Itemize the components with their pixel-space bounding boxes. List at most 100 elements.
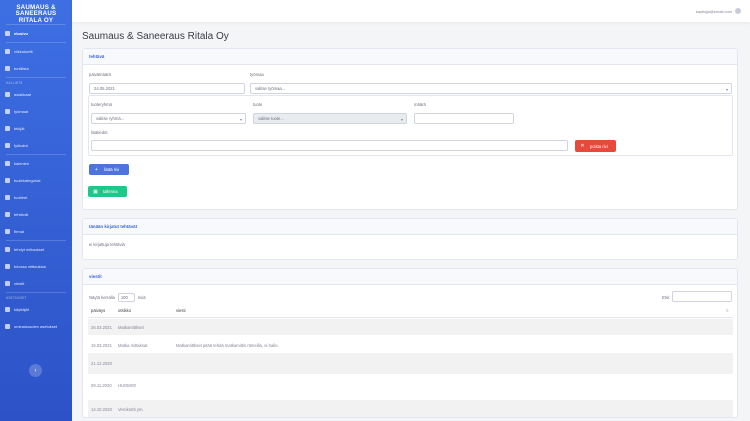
folder-icon xyxy=(5,178,10,183)
save-icon: ▣ xyxy=(93,188,98,195)
sidebar-item-ominaisuuden-asetukset[interactable]: ominaisuuden asetukset xyxy=(0,318,72,335)
sidebar: SAUMAUS & SANEERAUS RITALA OY etusivu vi… xyxy=(0,0,72,421)
sidebar-heading-hallinta: HALLINTA xyxy=(6,81,23,85)
today-tasks-empty: ei kirjattuja tehtäviä xyxy=(89,242,125,247)
brand-logo[interactable]: SAUMAUS & SANEERAUS RITALA OY xyxy=(0,0,72,24)
user-email: kayttaja@email.com xyxy=(695,8,732,14)
chevron-down-icon: ▾ xyxy=(239,117,242,122)
messages-header: viestit xyxy=(83,269,737,285)
settings-icon xyxy=(5,324,10,329)
tools-icon xyxy=(5,143,10,148)
notes-input[interactable] xyxy=(91,140,568,151)
cell-date: 14.10.2020 xyxy=(91,407,112,412)
sidebar-item-tehdyt-mittaukset[interactable]: tehdyt mittaukset xyxy=(0,241,72,258)
sidebar-item-tyokalut[interactable]: työkalut xyxy=(0,137,72,154)
chevron-down-icon: ▾ xyxy=(400,117,403,122)
sidebar-item-label: firmat xyxy=(14,229,24,234)
sidebar-item-label: tuotekategoriat xyxy=(14,178,41,183)
site-value: valitse työmaa... xyxy=(255,86,286,91)
page-length-suffix: riviä xyxy=(137,295,146,300)
sidebar-item-tekijat[interactable]: tekijät xyxy=(0,120,72,137)
group-select[interactable]: valitse ryhmä... ▾ xyxy=(91,113,246,124)
add-row-button[interactable]: + lisää rivi xyxy=(89,164,129,175)
sidebar-item-label: tulossa mittauksia xyxy=(14,264,46,269)
calendar-icon xyxy=(5,161,10,166)
site-select[interactable]: valitse työmaa... ▾ xyxy=(250,83,732,94)
sidebar-item-firmat[interactable]: firmat xyxy=(0,223,72,240)
box-icon xyxy=(5,195,10,200)
sidebar-item-label: tuotteet xyxy=(14,195,28,200)
sidebar-item-asiakkaat[interactable]: asiakkaat xyxy=(0,86,72,103)
sidebar-item-label: ominaisuuden asetukset xyxy=(14,324,58,329)
user-menu[interactable]: kayttaja@email.com xyxy=(696,8,741,14)
table-row[interactable]: 09.11.2020 HUOMIO! xyxy=(88,377,733,393)
sidebar-item-viikkokortit[interactable]: viikkokortit xyxy=(0,43,72,60)
sidebar-item-label: tehtävät xyxy=(14,212,29,217)
user-cog-icon xyxy=(5,307,10,312)
clipboard-icon xyxy=(5,264,10,269)
sidebar-item-tuntilista[interactable]: tuntilista xyxy=(0,60,72,77)
quantity-input[interactable] xyxy=(414,113,514,124)
list-icon xyxy=(5,66,10,71)
date-input[interactable]: 24.05.2021 xyxy=(89,83,245,94)
table-row[interactable]: 14.10.2020 Verokortit ym. xyxy=(88,400,733,417)
save-button[interactable]: ▣ tallenna xyxy=(88,186,127,197)
sidebar-toggle-button[interactable]: ‹ xyxy=(29,364,42,377)
sidebar-item-tuotteet[interactable]: tuotteet xyxy=(0,189,72,206)
sidebar-item-tehtavat[interactable]: tehtävät xyxy=(0,206,72,223)
ruler-icon xyxy=(5,247,10,252)
close-icon: ✕ xyxy=(580,143,585,149)
cell-date: 21.12.2020 xyxy=(91,361,112,366)
sidebar-item-kayttajat[interactable]: käyttäjät xyxy=(0,301,72,318)
plus-icon: + xyxy=(95,166,98,173)
cell-title: Verokortit ym. xyxy=(118,407,144,412)
building-icon xyxy=(5,109,10,114)
table-row[interactable]: 15.03.2021 Matka mittaksat Matkamittkset… xyxy=(88,337,733,353)
site-label: työmaa xyxy=(250,72,264,77)
sidebar-item-kalenteri[interactable]: kalenteri xyxy=(0,155,72,172)
product-label: tuote xyxy=(253,102,263,107)
page-length-select[interactable]: 100 xyxy=(117,293,135,302)
column-header-date[interactable]: päiväys xyxy=(88,308,115,313)
delete-row-button[interactable]: ✕ poista rivi xyxy=(575,140,616,152)
delete-row-label: poista rivi xyxy=(590,143,608,149)
search-label: Etsi: xyxy=(662,295,671,300)
users-icon xyxy=(5,92,10,97)
sidebar-heading-asetukset: ASETUKSET xyxy=(6,296,27,300)
product-value: valitse tuote... xyxy=(258,116,284,121)
sidebar-item-label: käyttäjät xyxy=(14,307,29,312)
page-length-prefix: Näytä kerralla xyxy=(89,295,115,300)
tasks-icon xyxy=(5,212,10,217)
table-row[interactable]: 21.12.2020 xyxy=(88,353,733,374)
message-icon xyxy=(5,281,10,286)
task-card: tehtävä päivämäärä 24.05.2021 työmaa val… xyxy=(82,48,738,210)
home-icon xyxy=(5,31,10,36)
sidebar-item-label: viikkokortit xyxy=(14,49,33,54)
product-select[interactable]: valitse tuote... ▾ xyxy=(253,113,407,124)
sidebar-item-tulossa-mittauksia[interactable]: tulossa mittauksia xyxy=(0,258,72,275)
avatar xyxy=(735,8,741,14)
column-header-message[interactable]: viesti xyxy=(173,308,733,313)
search-input[interactable] xyxy=(672,291,732,302)
cell-title: Matkamittkset xyxy=(118,324,144,330)
cell-date: 26.03.2021 xyxy=(91,324,112,330)
sidebar-item-tuotekategoriat[interactable]: tuotekategoriat xyxy=(0,172,72,189)
sidebar-item-viestit[interactable]: viestit xyxy=(0,275,72,292)
task-card-header: tehtävä xyxy=(83,49,737,65)
sidebar-item-label: asiakkaat xyxy=(14,92,31,97)
user-icon xyxy=(5,126,10,131)
chevron-down-icon: ▾ xyxy=(725,87,728,92)
table-row[interactable]: 26.03.2021 Matkamittkset xyxy=(88,319,733,335)
page-title: Saumaus & Saneeraus Ritala Oy xyxy=(82,31,229,42)
sidebar-item-label: tekijät xyxy=(14,126,25,131)
sidebar-item-tyomaat[interactable]: työmaat xyxy=(0,103,72,120)
calendar-icon xyxy=(5,49,10,54)
cell-title: HUOMIO! xyxy=(118,382,137,388)
add-row-label: lisää rivi xyxy=(104,167,120,172)
sidebar-item-label: tehdyt mittaukset xyxy=(14,247,45,252)
messages-card: viestit Näytä kerralla 100 riviä Etsi: p… xyxy=(82,268,738,418)
column-header-title[interactable]: otsikko xyxy=(115,308,173,313)
sidebar-item-label: työkalut xyxy=(14,143,28,148)
sidebar-item-label: työmaat xyxy=(14,109,29,114)
sidebar-item-etusivu[interactable]: etusivu xyxy=(0,25,72,42)
